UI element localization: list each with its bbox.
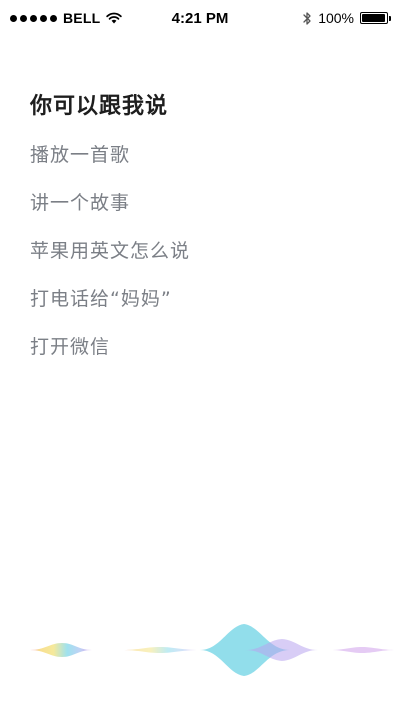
battery-percentage: 100% — [318, 10, 354, 26]
status-bar-left: BELL — [8, 10, 123, 26]
suggestion-call-mom[interactable]: 打电话给“妈妈” — [30, 284, 370, 314]
waveform-bump-tail — [330, 647, 396, 653]
status-bar: BELL 4:21 PM 100% — [0, 0, 400, 36]
bluetooth-icon — [302, 11, 312, 26]
waveform-bump-left — [30, 643, 92, 657]
battery-level-fill — [362, 14, 385, 22]
suggestion-list: 播放一首歌 讲一个故事 苹果用英文怎么说 打电话给“妈妈” 打开微信 — [30, 140, 370, 362]
assistant-suggestions-panel: 你可以跟我说 播放一首歌 讲一个故事 苹果用英文怎么说 打电话给“妈妈” 打开微… — [30, 92, 370, 380]
suggestion-tell-story[interactable]: 讲一个故事 — [30, 188, 370, 218]
waveform-graphic — [4, 624, 396, 676]
status-bar-right: 100% — [302, 10, 392, 26]
suggestion-translate-apple[interactable]: 苹果用英文怎么说 — [30, 236, 370, 266]
signal-dots-icon — [10, 14, 57, 22]
voice-waveform-icon[interactable] — [0, 600, 400, 700]
suggestion-play-song[interactable]: 播放一首歌 — [30, 140, 370, 170]
battery-icon — [360, 12, 391, 24]
suggestion-open-wechat[interactable]: 打开微信 — [30, 332, 370, 362]
carrier-name: BELL — [63, 10, 101, 26]
suggestions-heading: 你可以跟我说 — [30, 94, 169, 119]
waveform-bump-mid — [120, 647, 200, 653]
wifi-icon — [106, 12, 123, 24]
